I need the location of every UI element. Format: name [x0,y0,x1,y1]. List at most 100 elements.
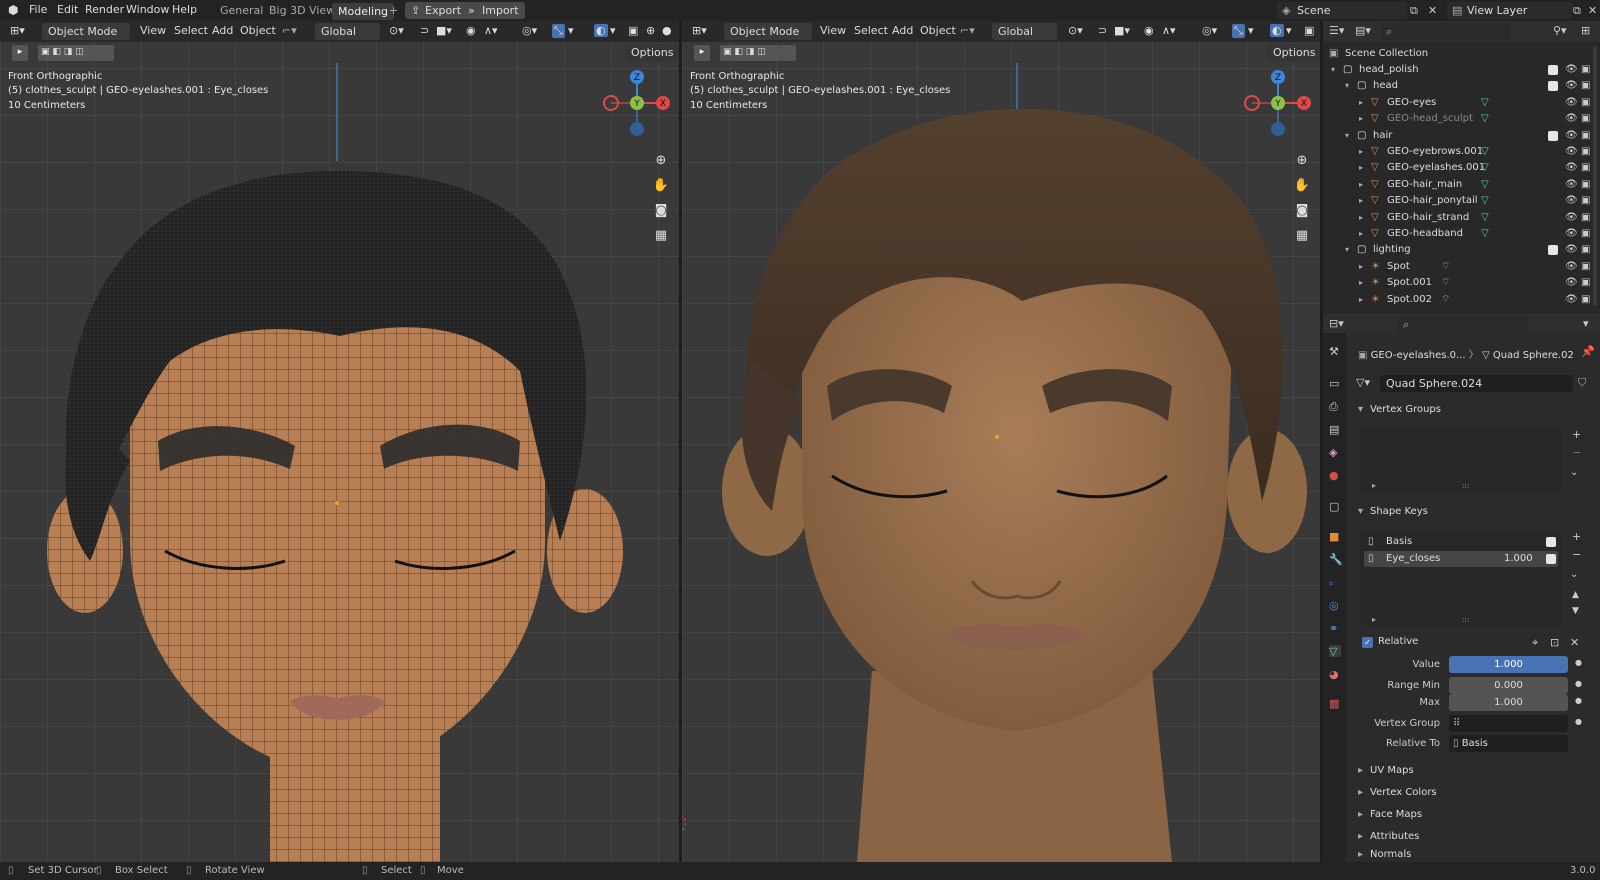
filter-icon[interactable]: ⚲▾ [1553,24,1567,37]
properties-editor-icon[interactable]: ⊟▾ [1329,317,1344,330]
blender-logo-icon[interactable]: ⬢ [8,3,18,17]
import-button[interactable]: » Import [462,2,525,19]
render-camera-icon[interactable]: ▣ [1581,61,1590,78]
render-camera-icon[interactable]: ▣ [1581,110,1590,127]
menu-help[interactable]: Help [172,3,197,16]
disclosure-arrow-icon[interactable]: ▸ [1359,94,1363,111]
viewport-left[interactable]: ⊞▾ Object Mode View Select Add Object ⌐▾… [0,21,679,862]
output-tab-icon[interactable]: ⎙ [1329,400,1341,413]
menu-render[interactable]: Render [85,3,124,16]
remove-shape-key-icon[interactable]: − [1572,548,1581,561]
shape-key-pin-icon[interactable]: ⌖ [1532,636,1538,650]
view-layer-selector[interactable]: ▤ View Layer [1447,2,1572,19]
light-data-icon[interactable]: ⌔ [1441,291,1450,308]
list-expand-icon[interactable]: ▸ [1372,615,1376,624]
tool-tab-icon[interactable]: ⚒ [1329,345,1341,358]
mesh-data-icon[interactable]: ▽ [1481,225,1489,242]
scene-tab-icon[interactable]: ◈ [1329,446,1341,459]
outliner-search-input[interactable]: ⌕ [1381,23,1511,40]
visibility-eye-icon[interactable]: 👁 [1565,143,1578,160]
face-maps-panel-header[interactable]: Face Maps [1352,805,1594,825]
mesh-data-icon[interactable]: ▽ [1481,176,1489,193]
outliner-row[interactable]: ▾ ▢ hair 👁 ▣ [1323,127,1600,144]
render-camera-icon[interactable]: ▣ [1581,127,1590,144]
disclosure-arrow-icon[interactable]: ▸ [1359,258,1363,275]
pin-icon[interactable]: 📌 [1581,345,1595,358]
disclosure-arrow-icon[interactable]: ▸ [1359,159,1363,176]
expand-arrow-icon[interactable]: ▾ [1345,241,1349,258]
properties-menu-icon[interactable]: ▾ [1583,317,1589,330]
modifier-tab-icon[interactable]: 🔧 [1329,553,1343,566]
new-collection-icon[interactable]: ⊞ [1581,24,1590,37]
render-camera-icon[interactable]: ▣ [1581,225,1590,242]
visibility-eye-icon[interactable]: 👁 [1565,176,1578,193]
relative-checkbox[interactable]: ✓ [1362,637,1373,648]
mesh-data-icon[interactable]: ▽ [1481,110,1489,127]
outliner-row[interactable]: ▾ ▢ head 👁 ▣ [1323,77,1600,94]
mesh-name-field[interactable]: Quad Sphere.024 [1380,375,1573,392]
menu-file[interactable]: File [29,3,47,16]
add-shape-key-icon[interactable]: + [1572,530,1581,543]
render-camera-icon[interactable]: ▣ [1581,274,1590,291]
attributes-panel-header[interactable]: Attributes [1352,827,1594,847]
remove-vertex-group-icon[interactable]: − [1572,446,1581,459]
value-slider[interactable]: 1.000 [1449,656,1568,673]
vertex-colors-panel-header[interactable]: Vertex Colors [1352,783,1594,803]
outliner-row[interactable]: ▸ ▽ GEO-eyes ▽ 👁 ▣ [1323,94,1600,111]
display-mode-icon[interactable]: ▤▾ [1355,24,1371,37]
shape-keys-panel-header[interactable]: Shape Keys [1352,502,1594,522]
vertex-group-menu-icon[interactable]: ⌄ [1570,467,1578,478]
expand-arrow-icon[interactable]: ▾ [1345,77,1349,94]
visibility-eye-icon[interactable]: 👁 [1565,192,1578,209]
mesh-browse-icon[interactable]: ▽▾ [1356,376,1370,389]
outliner-row[interactable]: ▸ ▽ GEO-hair_main ▽ 👁 ▣ [1323,176,1600,193]
view-layer-tab-icon[interactable]: ▤ [1329,423,1341,436]
mute-checkbox[interactable] [1546,537,1556,547]
expand-arrow-icon[interactable]: ▾ [1345,127,1349,144]
disclosure-arrow-icon[interactable]: ▸ [1359,176,1363,193]
visibility-eye-icon[interactable]: 👁 [1565,225,1578,242]
constraints-tab-icon[interactable]: ⚭ [1329,622,1341,635]
move-up-icon[interactable]: ▲ [1572,590,1579,600]
mesh-data-icon[interactable]: ▽ [1481,159,1489,176]
outliner-editor-icon[interactable]: ☰▾ [1329,24,1344,37]
world-tab-icon[interactable]: ● [1329,469,1341,482]
new-scene-icon[interactable]: ⧉ [1410,4,1418,18]
physics-tab-icon[interactable]: ◎ [1329,599,1341,612]
visibility-eye-icon[interactable]: 👁 [1565,110,1578,127]
max-field[interactable]: 1.000 [1449,694,1568,711]
mesh-data-icon[interactable]: ▽ [1481,209,1489,226]
clear-shape-keys-icon[interactable]: ✕ [1570,636,1579,649]
disclosure-arrow-icon[interactable]: ▸ [1359,110,1363,127]
mesh-data-tab-icon[interactable]: ▽ [1329,645,1341,658]
properties-search-input[interactable]: ⌕ [1398,316,1528,333]
keyframe-dot-icon[interactable]: ● [1575,658,1582,667]
mesh-data-icon[interactable]: ▽ [1481,94,1489,111]
disclosure-arrow-icon[interactable]: ▸ [1359,143,1363,160]
keyframe-dot-icon[interactable]: ● [1575,696,1582,705]
visibility-eye-icon[interactable]: 👁 [1565,258,1578,275]
outliner-row[interactable]: ▸ ▽ GEO-head_sculpt ▽ 👁 ▣ [1323,110,1600,127]
disclosure-arrow-icon[interactable]: ▸ [1359,209,1363,226]
list-resize-handle[interactable]: ::: [1462,482,1469,490]
collection-tab-icon[interactable]: ▢ [1329,500,1341,513]
mute-checkbox[interactable] [1546,554,1556,564]
visibility-eye-icon[interactable]: 👁 [1565,274,1578,291]
outliner-row[interactable]: ▸ ☀ Spot ⌔ 👁 ▣ [1323,258,1600,275]
light-data-icon[interactable]: ⌔ [1441,258,1450,275]
material-tab-icon[interactable]: ◕ [1329,668,1341,681]
light-data-icon[interactable]: ⌔ [1441,274,1450,291]
menu-window[interactable]: Window [126,3,169,16]
keyframe-dot-icon[interactable]: ● [1575,679,1582,688]
move-down-icon[interactable]: ▼ [1572,606,1579,616]
tab-big-3d-view[interactable]: Big 3D View [265,4,339,17]
relative-to-field[interactable]: ▯ Basis [1449,735,1568,752]
outliner-row[interactable]: ▸ ▽ GEO-headband ▽ 👁 ▣ [1323,225,1600,242]
menu-edit[interactable]: Edit [57,3,78,16]
exclude-checkbox[interactable] [1548,65,1558,75]
vertex-groups-list[interactable] [1360,428,1562,492]
render-camera-icon[interactable]: ▣ [1581,192,1590,209]
tab-general[interactable]: General [216,4,267,17]
visibility-eye-icon[interactable]: 👁 [1565,94,1578,111]
list-item[interactable]: ▯ Basis [1364,534,1558,550]
